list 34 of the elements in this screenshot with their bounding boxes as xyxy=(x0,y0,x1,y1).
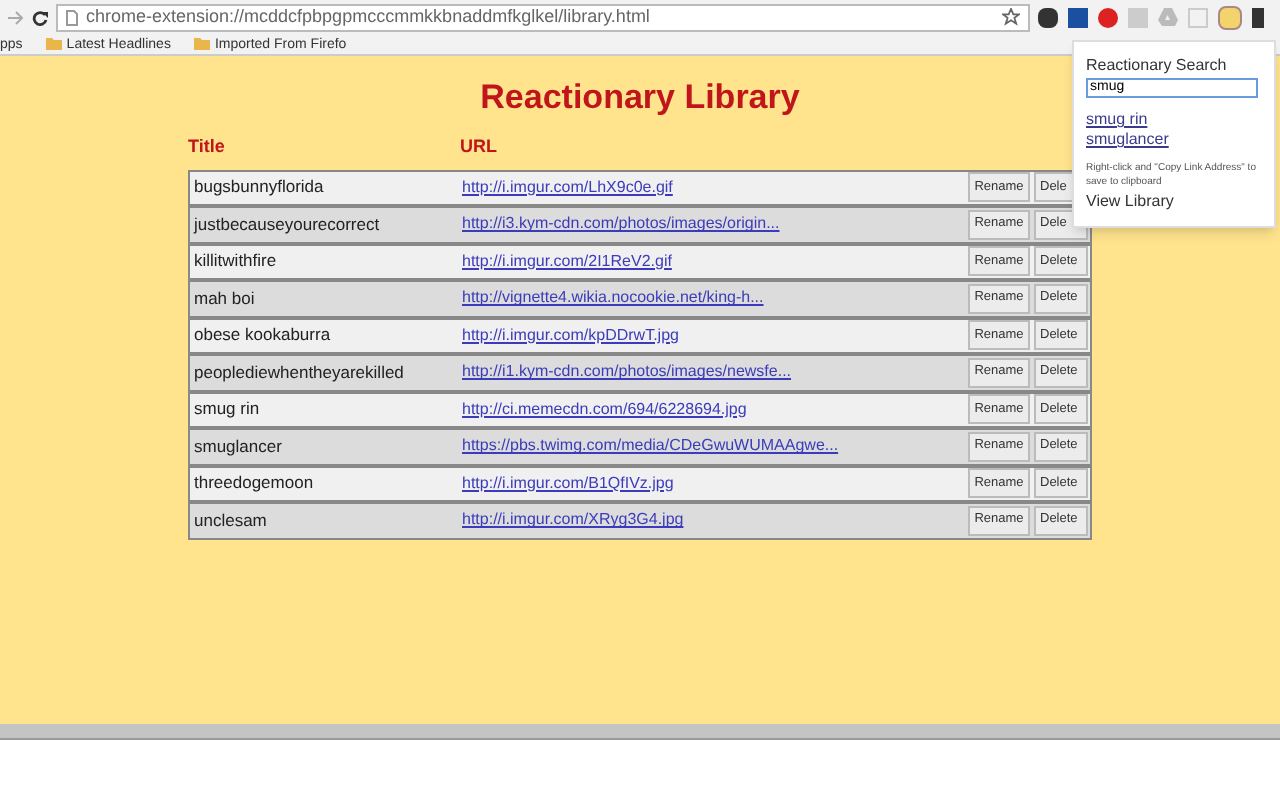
url-link[interactable]: http://i.imgur.com/LhX9c0e.gif xyxy=(462,175,968,200)
url-link[interactable]: http://i.imgur.com/kpDDrwT.jpg xyxy=(462,323,968,348)
title-cell-text: unclesam xyxy=(192,507,269,534)
title-cell-text: bugsbunnyflorida xyxy=(192,174,326,201)
url-text: chrome-extension://mcddcfpbpgpmcccmmkkbnaddmfkglkel/library.html xyxy=(86,8,652,26)
library-title: Reactionary Library xyxy=(480,80,800,114)
url-link[interactable]: http://i3.kym-cdn.com/photos/images/origin... xyxy=(462,212,968,237)
title-cell-text: smuglancer xyxy=(192,433,284,460)
column-header: URL xyxy=(460,134,497,160)
url-link[interactable]: http://i1.kym-cdn.com/photos/images/newsfe... xyxy=(462,360,968,385)
page-icon xyxy=(66,9,78,25)
result-link[interactable]: smuglancer xyxy=(1086,130,1169,150)
star-icon[interactable] xyxy=(1002,8,1020,26)
result-link[interactable]: smug rin xyxy=(1086,110,1148,130)
title-cell-text: smug rin xyxy=(192,396,262,423)
column-header: Title xyxy=(188,134,227,160)
url-link[interactable]: http://ci.memecdn.com/694/6228694.jpg xyxy=(462,397,968,422)
title-cell-text: threedogemoon xyxy=(192,470,316,497)
folder-icon xyxy=(194,38,211,50)
title-cell-text: mah boi xyxy=(192,285,257,312)
url-link[interactable]: http://i.imgur.com/XRyg3G4.jpg xyxy=(462,508,968,533)
address-bar[interactable]: chrome-extension://mcddcfpbpgpmcccmmkkbnaddmfkglkel/library.html xyxy=(56,3,1030,31)
reload-icon[interactable] xyxy=(32,9,48,25)
title-cell-text: killitwithfire xyxy=(192,248,279,275)
url-link[interactable]: https://pbs.twimg.com/media/CDeGwuWUMAAgwe... xyxy=(462,434,968,459)
title-cell-text: obese kookaburra xyxy=(192,322,333,349)
title-cell-text: peoplediewhentheyarekilled xyxy=(192,359,406,386)
url-link[interactable]: http://vignette4.wikia.nocookie.net/king-h... xyxy=(462,286,968,311)
popup-title: Reactionary Search xyxy=(1086,54,1229,78)
view-library-link[interactable]: View Library xyxy=(1086,190,1262,214)
url-link[interactable]: http://i.imgur.com/2I1ReV2.gif xyxy=(462,249,968,274)
url-link[interactable]: http://i.imgur.com/B1QfIVz.jpg xyxy=(462,471,968,496)
folder-icon xyxy=(46,38,63,50)
title-cell-text: justbecauseyourecorrect xyxy=(191,211,382,238)
